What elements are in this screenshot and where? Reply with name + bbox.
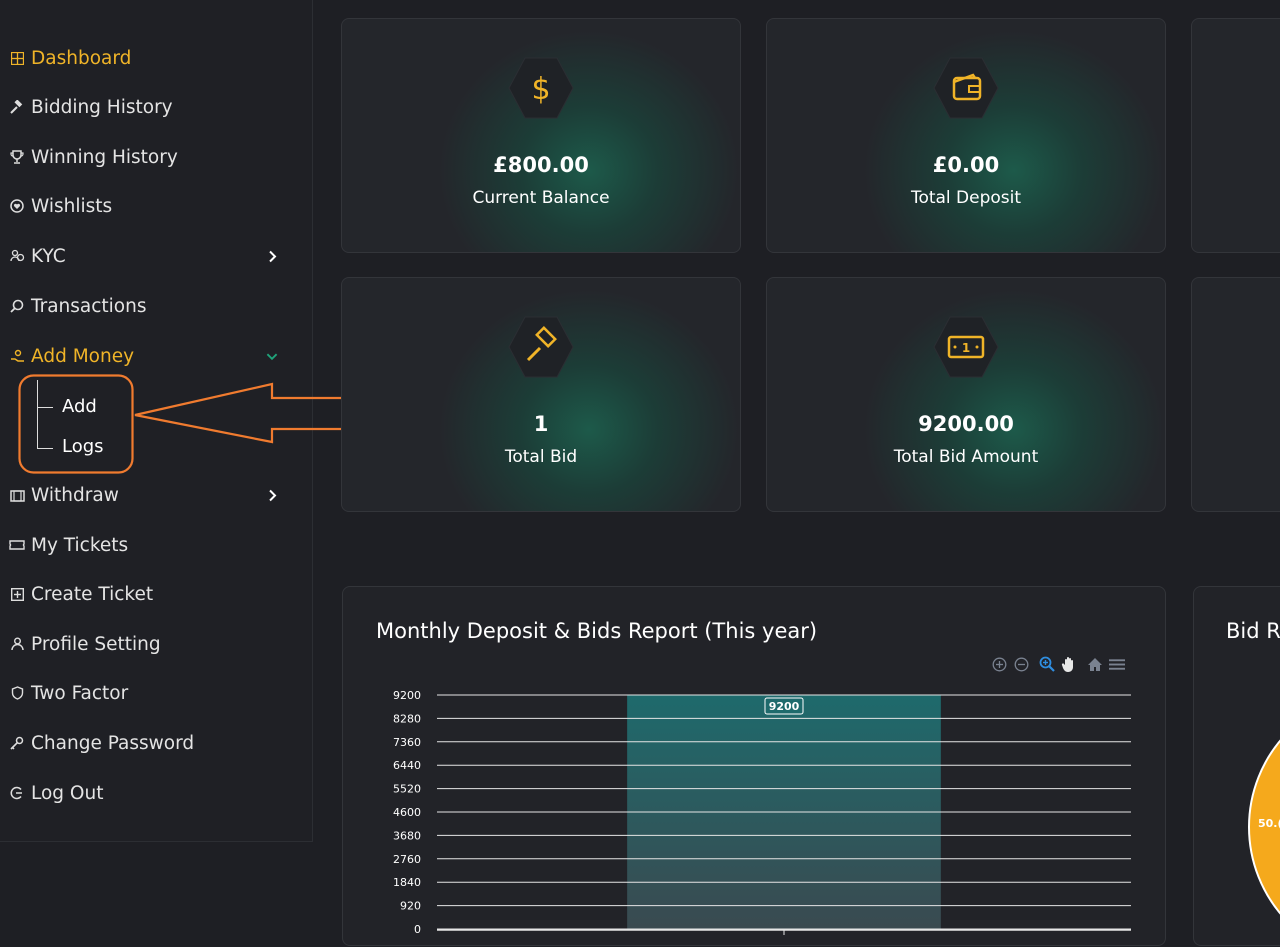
- money-bill-icon: 1: [933, 316, 999, 378]
- sidebar-item-my-tickets[interactable]: My Tickets: [8, 532, 128, 558]
- stat-card-total-bid: 1 Total Bid: [341, 277, 741, 512]
- monthly-report-chart-card: Monthly Deposit & Bids Report (This year…: [342, 586, 1166, 946]
- sidebar-item-label: My Tickets: [31, 534, 129, 556]
- y-tick-label: 4600: [393, 806, 421, 819]
- data-label: 9200: [769, 700, 800, 713]
- sidebar-item-withdraw[interactable]: Withdraw: [8, 482, 298, 508]
- dollar-icon: $: [508, 57, 574, 119]
- plus-square-icon: [8, 587, 26, 601]
- y-tick-label: 0: [414, 923, 421, 936]
- svg-text:$: $: [531, 72, 550, 107]
- wallet-icon: [933, 57, 999, 119]
- y-tick-label: 3680: [393, 829, 421, 842]
- stat-label: Total Bid Amount: [893, 447, 1039, 467]
- key-icon: [8, 736, 26, 750]
- user-icon: [8, 637, 26, 651]
- logout-icon: [8, 786, 26, 800]
- sidebar-item-change-password[interactable]: Change Password: [8, 730, 194, 756]
- sidebar-item-label: Profile Setting: [31, 633, 161, 655]
- sidebar-item-create-ticket[interactable]: Create Ticket: [8, 581, 153, 607]
- y-tick-label: 920: [400, 900, 421, 913]
- bid-report-chart-card: Bid R 50.(: [1193, 586, 1280, 946]
- stat-label: Current Balance: [472, 188, 610, 208]
- stat-value: £800.00: [493, 153, 589, 177]
- sidebar-item-label: Change Password: [31, 732, 195, 754]
- sidebar-item-label: Log Out: [31, 782, 104, 804]
- svg-text:1: 1: [962, 341, 970, 355]
- y-tick-label: 9200: [393, 689, 421, 702]
- shield-icon: [8, 686, 26, 700]
- stat-label: Total Deposit: [910, 188, 1022, 208]
- stat-label: Total Bid: [504, 447, 578, 467]
- stat-card-current-balance: $ £800.00 Current Balance: [341, 18, 741, 253]
- sidebar-item-log-out[interactable]: Log Out: [8, 780, 103, 806]
- pie-chart: 50.(: [1248, 739, 1280, 915]
- wallet-icon: [8, 489, 26, 502]
- y-tick-label: 2760: [393, 853, 421, 866]
- sidebar-item-label: Withdraw: [31, 484, 119, 506]
- y-tick-label: 5520: [393, 783, 421, 796]
- sidebar-item-label: Create Ticket: [31, 583, 154, 605]
- ticket-icon: [8, 539, 26, 551]
- stat-card-total-bid-amount: 1 9200.00 Total Bid Amount: [766, 277, 1166, 512]
- stat-value: £0.00: [932, 153, 1000, 177]
- gavel-icon: [508, 316, 574, 378]
- sidebar-item-two-factor[interactable]: Two Factor: [8, 680, 128, 706]
- sidebar-item-profile-setting[interactable]: Profile Setting: [8, 631, 161, 657]
- stat-card-total-deposit: £0.00 Total Deposit: [766, 18, 1166, 253]
- chevron-right-icon: [266, 488, 278, 502]
- y-tick-label: 1840: [393, 876, 421, 889]
- y-tick-label: 6440: [393, 759, 421, 772]
- stat-value: 9200.00: [918, 412, 1014, 436]
- y-tick-label: 8280: [393, 712, 421, 725]
- bar-chart: 9200828073606440552046003680276018409200…: [393, 689, 1131, 936]
- y-tick-label: 7360: [393, 736, 421, 749]
- pie-slice-label: 50.(: [1258, 817, 1280, 830]
- stat-card-partial: [1191, 277, 1280, 512]
- annotation-highlight-box: [18, 374, 134, 474]
- stat-card-partial: [1191, 18, 1280, 253]
- stat-value: 1: [533, 412, 549, 436]
- sidebar-item-label: Two Factor: [31, 682, 129, 704]
